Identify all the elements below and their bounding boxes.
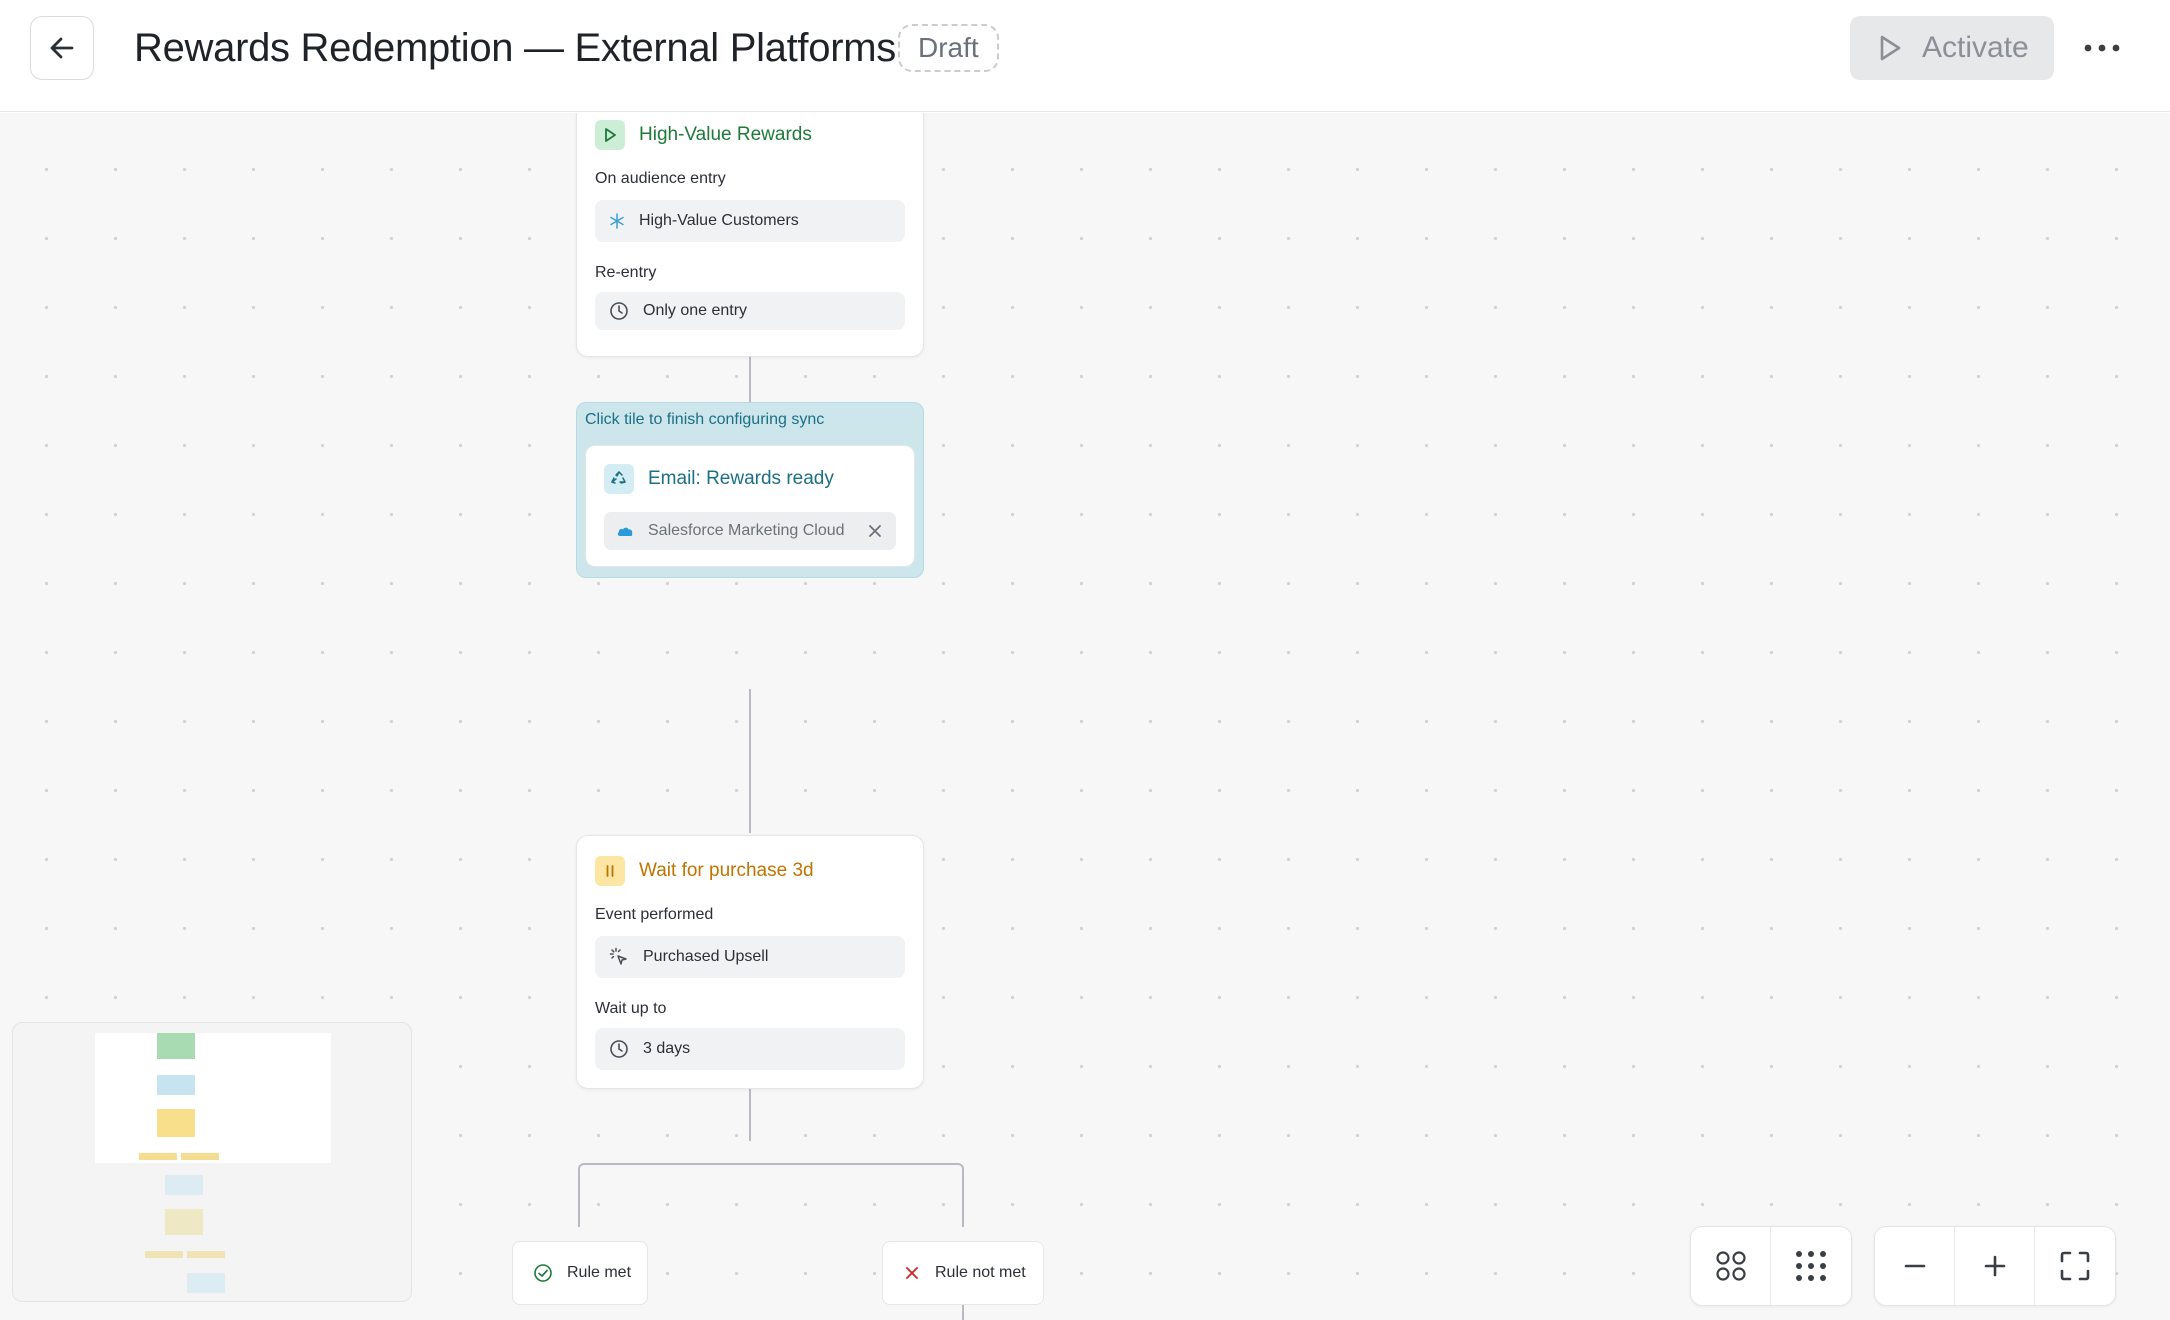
entry-label: On audience entry bbox=[595, 170, 726, 187]
recycle-icon bbox=[604, 464, 634, 494]
minimap-node bbox=[139, 1153, 177, 1160]
rule-met-label: Rule met bbox=[567, 1264, 632, 1281]
fullscreen-icon bbox=[2060, 1251, 2090, 1281]
check-circle-icon bbox=[534, 1264, 552, 1282]
trigger-title: High-Value Rewards bbox=[639, 124, 812, 145]
minus-icon bbox=[1904, 1264, 1925, 1268]
minimap-node bbox=[187, 1273, 225, 1293]
activate-label: Activate bbox=[1922, 31, 2029, 64]
zoom-in-button[interactable] bbox=[1955, 1227, 2035, 1305]
reentry-label: Re-entry bbox=[595, 264, 657, 281]
minimap-node bbox=[157, 1075, 195, 1095]
sync-hint: Click tile to finish configuring sync bbox=[585, 411, 825, 428]
wait-duration-value: 3 days bbox=[643, 1040, 691, 1057]
arrow-left-icon bbox=[50, 37, 74, 59]
sync-title: Email: Rewards ready bbox=[648, 468, 834, 489]
close-icon bbox=[906, 1267, 918, 1279]
grid-circles-icon bbox=[1715, 1251, 1746, 1281]
more-options-button[interactable] bbox=[2080, 22, 2124, 74]
more-dots-icon bbox=[2084, 44, 2120, 52]
cursor-click-icon bbox=[609, 947, 627, 965]
audience-value: High-Value Customers bbox=[639, 212, 799, 229]
minimap-node bbox=[145, 1251, 183, 1258]
connector-line bbox=[749, 1089, 751, 1141]
connector-line bbox=[749, 689, 751, 833]
wait-title: Wait for purchase 3d bbox=[639, 860, 814, 881]
minimap-node bbox=[157, 1033, 195, 1059]
snowflake-icon bbox=[610, 213, 624, 229]
reentry-value: Only one entry bbox=[643, 302, 748, 319]
top-bar: Rewards Redemption — External Platforms … bbox=[0, 0, 2170, 112]
destination-pill[interactable]: Salesforce Marketing Cloud bbox=[604, 512, 896, 550]
pause-icon bbox=[595, 856, 625, 886]
minimap-node bbox=[187, 1251, 225, 1258]
connector-line bbox=[578, 1163, 964, 1227]
clock-icon bbox=[610, 1040, 628, 1058]
minimap-node bbox=[165, 1209, 203, 1235]
activate-button[interactable]: Activate bbox=[1850, 16, 2054, 80]
salesforce-cloud-icon bbox=[617, 527, 633, 537]
dot-grid-icon bbox=[1796, 1251, 1826, 1281]
audience-field[interactable]: High-Value Customers bbox=[595, 200, 905, 242]
branch-rule-met[interactable]: Rule met bbox=[512, 1241, 648, 1305]
wait-label: Wait up to bbox=[595, 1000, 667, 1017]
zoom-out-button[interactable] bbox=[1875, 1227, 1955, 1305]
dot-grid-button[interactable] bbox=[1771, 1227, 1851, 1305]
play-icon bbox=[595, 120, 625, 150]
trigger-card[interactable]: High-Value Rewards On audience entry Hig… bbox=[576, 113, 924, 357]
sync-tile[interactable]: Click tile to finish configuring sync Em… bbox=[576, 402, 924, 578]
page-title: Rewards Redemption — External Platforms bbox=[134, 26, 896, 70]
clock-icon bbox=[610, 302, 628, 320]
layout-controls bbox=[1690, 1226, 1852, 1306]
close-icon[interactable] bbox=[866, 522, 884, 540]
journey-canvas[interactable]: High-Value Rewards On audience entry Hig… bbox=[0, 113, 2170, 1320]
minimap[interactable] bbox=[12, 1022, 412, 1302]
rule-not-met-label: Rule not met bbox=[935, 1264, 1026, 1281]
wait-card[interactable]: Wait for purchase 3d Event performed Pur… bbox=[576, 835, 924, 1089]
event-label: Event performed bbox=[595, 906, 714, 923]
minimap-node bbox=[181, 1153, 219, 1160]
branch-rule-not-met[interactable]: Rule not met bbox=[882, 1241, 1044, 1305]
reentry-field[interactable]: Only one entry bbox=[595, 292, 905, 330]
minimap-viewport[interactable] bbox=[95, 1033, 331, 1163]
minimap-node bbox=[165, 1175, 203, 1195]
event-field[interactable]: Purchased Upsell bbox=[595, 936, 905, 978]
connector-line bbox=[962, 1303, 964, 1320]
back-button[interactable] bbox=[30, 16, 94, 80]
destination-value: Salesforce Marketing Cloud bbox=[648, 522, 845, 539]
status-badge: Draft bbox=[898, 24, 999, 72]
zoom-controls bbox=[1874, 1226, 2116, 1306]
event-value: Purchased Upsell bbox=[643, 948, 769, 965]
wait-duration-field[interactable]: 3 days bbox=[595, 1028, 905, 1070]
plus-icon bbox=[1984, 1255, 2005, 1277]
sync-card[interactable]: Email: Rewards ready Salesforce Marketin… bbox=[585, 445, 915, 567]
fit-view-button[interactable] bbox=[2035, 1227, 2115, 1305]
layout-grid-button[interactable] bbox=[1691, 1227, 1771, 1305]
minimap-node bbox=[157, 1109, 195, 1137]
play-icon bbox=[1880, 35, 1901, 61]
